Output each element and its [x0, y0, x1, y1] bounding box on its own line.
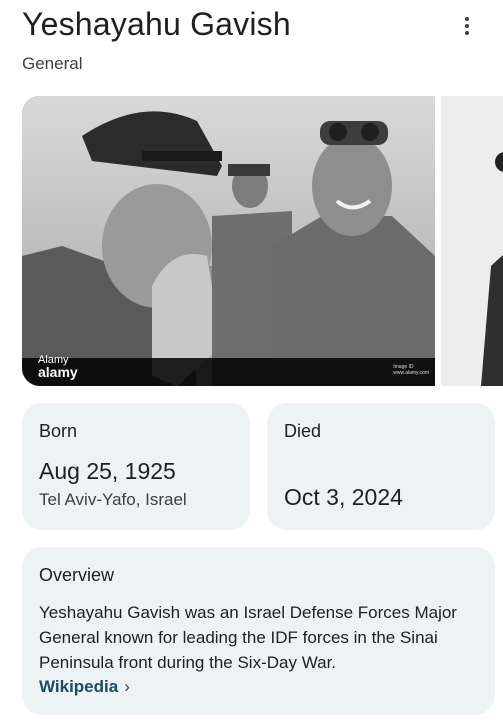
wikipedia-link-label: Wikipedia	[39, 677, 119, 696]
page-title: Yeshayahu Gavish	[22, 6, 291, 42]
died-card[interactable]: Died Oct 3, 2024	[267, 403, 495, 530]
chevron-right-icon: ›	[124, 677, 130, 696]
image-id-credit: Image ID www.alamy.com	[393, 364, 429, 376]
alamy-logo: alamy	[38, 364, 78, 380]
overview-card: Overview Yeshayahu Gavish was an Israel …	[22, 547, 495, 715]
main-photo[interactable]: Alamy alamy Image ID www.alamy.com	[22, 96, 435, 386]
died-label: Died	[284, 421, 322, 441]
overview-label: Overview	[39, 565, 115, 585]
site-text: www.alamy.com	[393, 370, 429, 376]
born-date: Aug 25, 1925	[39, 458, 176, 484]
born-label: Born	[39, 421, 78, 441]
more-options-icon[interactable]	[457, 12, 477, 40]
image-credit: Alamy alamy	[38, 355, 78, 380]
overview-text: Yeshayahu Gavish was an Israel Defense F…	[39, 603, 457, 672]
born-card[interactable]: Born Aug 25, 1925 Tel Aviv-Yafo, Israel	[22, 403, 250, 530]
entity-subtitle: General	[22, 54, 83, 73]
next-photo[interactable]	[441, 96, 503, 386]
died-date: Oct 3, 2024	[284, 484, 403, 510]
born-place: Tel Aviv-Yafo, Israel	[39, 490, 187, 509]
image-carousel[interactable]: Alamy alamy Image ID www.alamy.com	[22, 96, 503, 386]
wikipedia-link[interactable]: Wikipedia ›	[39, 677, 130, 697]
